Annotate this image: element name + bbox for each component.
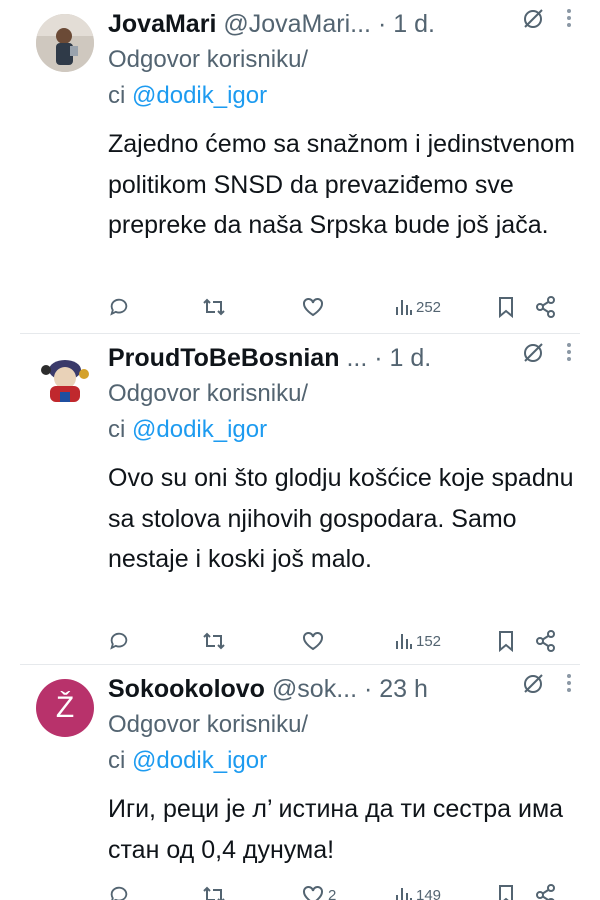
tweet[interactable]: Ž Sokookolovo @sok... · 23 h Odgovor kor… (0, 665, 600, 900)
retweet-icon (203, 298, 225, 316)
heart-icon (303, 297, 323, 317)
retweet-icon (203, 886, 225, 900)
separator: · (364, 675, 373, 703)
heart-icon (303, 631, 323, 651)
author-handle[interactable]: ... (346, 344, 367, 372)
like-count: 2 (328, 886, 337, 900)
views-button[interactable]: 152 (395, 626, 441, 656)
reply-ci: ci (108, 416, 126, 443)
timestamp[interactable]: 23 h (379, 675, 428, 703)
tweet-text: Иги, реци је л’ истина да ти сестра има … (108, 795, 564, 864)
reply-button[interactable] (108, 626, 130, 656)
tweet-header: Sokookolovo @sok... · 23 h (108, 671, 570, 707)
share-icon (536, 884, 555, 900)
bookmark-button[interactable] (496, 626, 516, 656)
reply-button[interactable] (108, 880, 130, 900)
tweet-header: JovaMari @JovaMari... · 1 d. (108, 6, 570, 42)
bookmark-icon (499, 885, 513, 900)
share-icon (536, 630, 555, 652)
mention-link[interactable]: @dodik_igor (132, 82, 267, 109)
author-name[interactable]: ProudToBeBosnian (108, 344, 339, 372)
retweet-icon (203, 632, 225, 650)
more-options-icon[interactable] (566, 6, 572, 30)
reply-feed: JovaMari @JovaMari... · 1 d. Odgovor kor… (0, 0, 600, 900)
grok-icon[interactable] (522, 673, 544, 695)
tweet-header: ProudToBeBosnian ... · 1 d. (108, 340, 570, 376)
more-options-icon[interactable] (566, 671, 572, 695)
views-count: 152 (416, 632, 442, 650)
reply-context: Odgovor korisniku/ ci @dodik_igor (108, 707, 308, 779)
reply-prefix: Odgovor korisniku/ (108, 380, 309, 407)
action-bar: 2 149 (108, 880, 572, 900)
views-count: 252 (416, 298, 442, 316)
views-icon (396, 300, 412, 315)
more-options-icon[interactable] (566, 340, 572, 364)
views-button[interactable]: 252 (395, 292, 441, 322)
author-name[interactable]: Sokookolovo (108, 675, 265, 703)
avatar[interactable]: Ž (36, 679, 94, 737)
share-button[interactable] (535, 626, 557, 656)
grok-icon[interactable] (522, 8, 544, 30)
timestamp[interactable]: 1 d. (390, 344, 432, 372)
like-button[interactable] (301, 292, 328, 322)
separator: · (374, 344, 383, 372)
tweet[interactable]: ProudToBeBosnian ... · 1 d. Odgovor kori… (0, 334, 600, 665)
retweet-button[interactable] (202, 880, 226, 900)
like-button[interactable]: 2 (301, 880, 336, 900)
reply-icon (110, 298, 128, 316)
heart-icon (303, 885, 323, 900)
mention-link[interactable]: @dodik_igor (132, 416, 267, 443)
author-name[interactable]: JovaMari (108, 10, 216, 38)
bookmark-icon (499, 631, 513, 653)
mention-link[interactable]: @dodik_igor (132, 747, 267, 774)
timestamp[interactable]: 1 d. (393, 10, 435, 38)
reply-context: Odgovor korisniku/ ci @dodik_igor (108, 42, 308, 114)
reply-context: Odgovor korisniku/ ci @dodik_igor (108, 376, 308, 448)
tweet-text: Ovo su oni što glodju košćice koje spadn… (108, 464, 574, 573)
bookmark-icon (499, 297, 513, 319)
views-icon (396, 888, 412, 900)
action-bar: 252 (108, 292, 572, 322)
reply-icon (110, 886, 128, 900)
reply-ci: ci (108, 82, 126, 109)
reply-ci: ci (108, 747, 126, 774)
avatar[interactable] (36, 14, 94, 72)
author-handle[interactable]: @JovaMari... (223, 10, 371, 38)
reply-prefix: Odgovor korisniku/ (108, 46, 309, 73)
share-button[interactable] (535, 880, 557, 900)
views-button[interactable]: 149 (395, 880, 441, 900)
bookmark-button[interactable] (496, 880, 516, 900)
tweet-text: Zajedno ćemo sa snažnom i jedinstvenom p… (108, 130, 575, 239)
share-button[interactable] (535, 292, 557, 322)
share-icon (536, 296, 555, 318)
tweet[interactable]: JovaMari @JovaMari... · 1 d. Odgovor kor… (0, 0, 600, 334)
action-bar: 152 (108, 626, 572, 656)
avatar[interactable] (36, 348, 94, 406)
avatar-letter: Ž (55, 691, 75, 724)
separator: · (377, 10, 387, 38)
views-icon (396, 634, 412, 649)
retweet-button[interactable] (202, 626, 226, 656)
retweet-button[interactable] (202, 292, 226, 322)
like-button[interactable] (301, 626, 328, 656)
author-handle[interactable]: @sok... (272, 675, 357, 703)
reply-prefix: Odgovor korisniku/ (108, 711, 309, 738)
reply-button[interactable] (108, 292, 130, 322)
reply-icon (110, 632, 128, 650)
grok-icon[interactable] (522, 342, 544, 364)
views-count: 149 (416, 886, 442, 900)
bookmark-button[interactable] (496, 292, 516, 322)
